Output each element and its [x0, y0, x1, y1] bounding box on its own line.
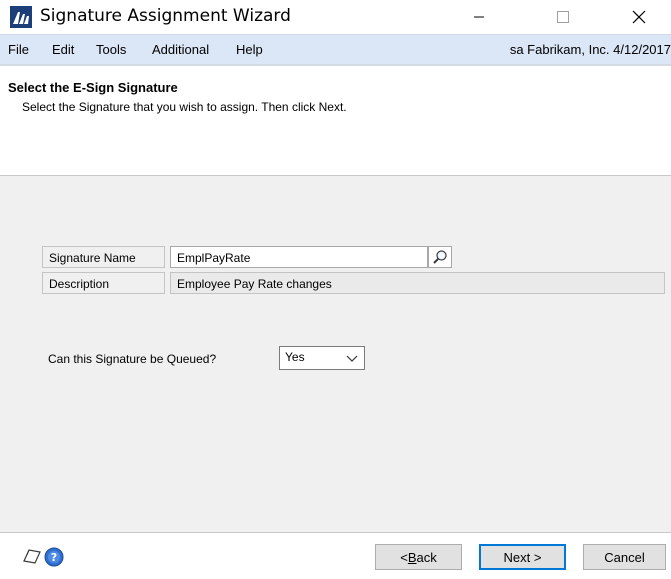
page-title: Select the E-Sign Signature: [8, 80, 178, 95]
back-button[interactable]: < Back: [375, 544, 462, 570]
minimize-icon: [474, 16, 484, 18]
note-icon[interactable]: [22, 547, 42, 568]
queue-select[interactable]: Yes: [279, 346, 365, 370]
back-button-accel: B: [407, 549, 417, 565]
signature-name-input[interactable]: EmplPayRate: [170, 246, 428, 268]
signature-lookup-button[interactable]: [428, 246, 452, 268]
back-button-prefix: <: [400, 549, 408, 565]
title-bar: Signature Assignment Wizard: [0, 0, 671, 34]
magnifier-icon: [433, 250, 447, 264]
menu-edit[interactable]: Edit: [52, 42, 74, 57]
description-label: Description: [42, 272, 165, 294]
wizard-header: Select the E-Sign Signature Select the S…: [0, 64, 671, 176]
window-title: Signature Assignment Wizard: [40, 6, 291, 26]
back-button-rest: ack: [416, 549, 437, 565]
next-button[interactable]: Next >: [479, 544, 566, 570]
menu-bar: File Edit Tools Additional Help sa Fabri…: [0, 34, 671, 64]
page-instructions: Select the Signature that you wish to as…: [22, 100, 347, 114]
maximize-icon: [557, 11, 569, 23]
close-button[interactable]: [616, 0, 662, 34]
queue-select-value: Yes: [285, 350, 305, 364]
maximize-button[interactable]: [540, 0, 586, 34]
cancel-button[interactable]: Cancel: [583, 544, 666, 570]
chevron-down-icon: [346, 355, 358, 362]
signature-name-label: Signature Name: [42, 246, 165, 268]
dynamics-logo-icon: [10, 6, 32, 28]
wizard-body: Signature Name EmplPayRate Description E…: [0, 176, 671, 532]
minimize-button[interactable]: [456, 0, 502, 34]
menu-tools[interactable]: Tools: [96, 42, 126, 57]
help-icon[interactable]: ?: [44, 547, 64, 570]
description-value: Employee Pay Rate changes: [170, 272, 665, 294]
queue-label: Can this Signature be Queued?: [48, 352, 217, 366]
menu-file[interactable]: File: [8, 42, 29, 57]
menu-additional[interactable]: Additional: [152, 42, 209, 57]
svg-text:?: ?: [51, 551, 57, 564]
user-company-date-status: sa Fabrikam, Inc. 4/12/2017: [509, 42, 671, 57]
close-icon: [632, 10, 646, 24]
wizard-footer: ? < Back Next > Cancel: [0, 532, 671, 579]
menu-help[interactable]: Help: [236, 42, 263, 57]
